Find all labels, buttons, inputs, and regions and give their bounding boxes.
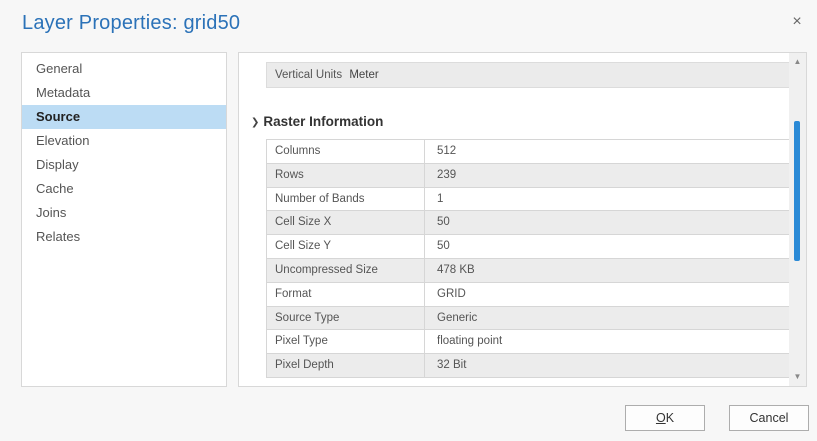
property-value: 512	[437, 145, 457, 157]
table-row: Columns 512	[267, 140, 789, 164]
sidebar-item-source[interactable]: Source	[22, 105, 226, 129]
property-value: 50	[437, 240, 450, 253]
scroll-down-arrow-icon[interactable]: ▼	[789, 370, 806, 384]
sidebar-item-display[interactable]: Display	[22, 153, 226, 177]
table-row: Format GRID	[267, 282, 789, 307]
property-value: 478 KB	[437, 263, 475, 276]
sidebar-item-elevation[interactable]: Elevation	[22, 129, 226, 153]
table-row: Pixel Depth 32 Bit	[267, 354, 789, 378]
table-row: Cell Size Y 50	[267, 235, 789, 259]
sidebar-item-cache[interactable]: Cache	[22, 177, 226, 201]
property-name: Uncompressed Size	[267, 258, 425, 282]
chevron-down-icon[interactable]: ❯	[251, 117, 259, 128]
sidebar-item-joins[interactable]: Joins	[22, 201, 226, 225]
property-value: 50	[437, 216, 450, 229]
cancel-button[interactable]: Cancel	[729, 405, 809, 431]
property-name: Cell Size X	[267, 211, 425, 235]
ok-label-rest: K	[665, 411, 675, 425]
properties-panel: Vertical Units Meter ❯ Raster Information…	[238, 52, 807, 387]
table-row: Cell Size X 50	[267, 211, 789, 236]
vertical-units-value: Meter	[349, 69, 379, 81]
table-row: Source Type Generic	[267, 306, 789, 331]
property-value: floating point	[437, 335, 503, 348]
raster-info-table: Columns 512 Rows 239 Number of Bands 1 Cell Si…	[266, 139, 790, 378]
vertical-units-label: Vertical Units	[275, 69, 343, 81]
ok-button[interactable]: OK	[625, 405, 705, 431]
scroll-up-arrow-icon[interactable]: ▲	[789, 55, 806, 69]
table-row: Uncompressed Size 478 KB	[267, 258, 789, 283]
close-icon[interactable]: ×	[789, 14, 805, 30]
vertical-units-row: Vertical Units Meter	[266, 62, 790, 88]
property-value: 239	[437, 168, 457, 181]
property-name: Format	[267, 282, 425, 306]
property-name: Number of Bands	[267, 187, 425, 211]
raster-information-header[interactable]: ❯ Raster Information	[251, 114, 383, 129]
sidebar-nav: General Metadata Source Elevation Display Cac…	[21, 52, 227, 387]
property-value: GRID	[437, 287, 466, 300]
property-name: Columns	[267, 140, 425, 163]
table-row: Pixel Type floating point	[267, 330, 789, 355]
dialog-title: Layer Properties: grid50	[22, 12, 241, 34]
property-value: 1	[437, 192, 444, 205]
scroll-thumb[interactable]	[794, 121, 800, 261]
vertical-scrollbar[interactable]: ▲ ▼	[789, 53, 806, 386]
property-value: 32 Bit	[437, 359, 467, 372]
property-name: Cell Size Y	[267, 235, 425, 258]
title-bar: Layer Properties: grid50 ×	[0, 0, 817, 44]
sidebar-item-relates[interactable]: Relates	[22, 225, 226, 249]
sidebar-item-metadata[interactable]: Metadata	[22, 81, 226, 105]
property-name: Pixel Type	[267, 330, 425, 354]
sidebar-item-general[interactable]: General	[22, 57, 226, 81]
section-title: Raster Information	[263, 114, 384, 129]
ok-accelerator: O	[655, 411, 666, 425]
layer-properties-dialog: Layer Properties: grid50 × General Metada…	[0, 0, 817, 441]
property-name: Pixel Depth	[267, 354, 425, 377]
property-value: Generic	[437, 311, 478, 324]
table-row: Rows 239	[267, 163, 789, 188]
property-name: Rows	[267, 163, 425, 187]
property-name: Source Type	[267, 306, 425, 330]
table-row: Number of Bands 1	[267, 187, 789, 212]
sidebar-list: General Metadata Source Elevation Display Cac…	[22, 57, 226, 249]
